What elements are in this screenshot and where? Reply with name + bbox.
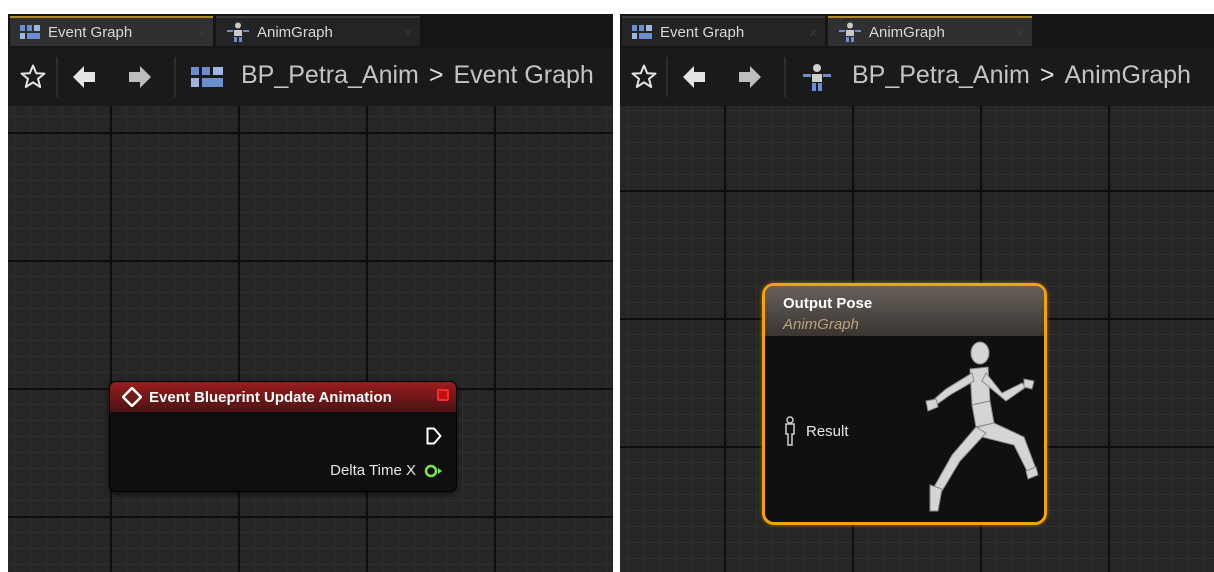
star-icon[interactable] bbox=[20, 64, 46, 89]
delegate-pin-icon[interactable] bbox=[437, 389, 449, 401]
node-title: Output Pose bbox=[783, 295, 873, 312]
breadcrumb-graph: AnimGraph bbox=[1064, 61, 1191, 89]
breadcrumb-graph: Event Graph bbox=[453, 61, 594, 89]
result-pin-row: Result bbox=[783, 416, 849, 446]
breadcrumb-asset[interactable]: BP_Petra_Anim bbox=[852, 61, 1030, 90]
tab-label: Event Graph bbox=[660, 23, 745, 41]
breadcrumb-separator: > bbox=[1039, 61, 1055, 89]
breadcrumb-path: BP_Petra_Anim > AnimGraph bbox=[852, 61, 1191, 90]
tab-label: Event Graph bbox=[48, 23, 133, 41]
event-graph-icon bbox=[191, 67, 223, 87]
running-mannequin-icon bbox=[925, 341, 1039, 512]
tab-anim-graph[interactable]: AnimGraph × bbox=[828, 16, 1032, 46]
arrow-left-icon[interactable] bbox=[683, 66, 705, 88]
close-icon[interactable]: × bbox=[809, 25, 817, 40]
tab-bar: Event Graph × AnimGraph × bbox=[620, 14, 1214, 48]
arrow-right-icon[interactable] bbox=[129, 66, 151, 88]
exec-output-pin[interactable] bbox=[426, 427, 442, 445]
breadcrumb: BP_Petra_Anim > AnimGraph bbox=[620, 48, 1214, 106]
toolbar-divider bbox=[174, 57, 176, 97]
event-update-animation-node[interactable]: Event Blueprint Update Animation Delta T… bbox=[109, 381, 457, 492]
toolbar-divider bbox=[784, 57, 786, 97]
node-title: Event Blueprint Update Animation bbox=[149, 388, 392, 406]
tab-event-graph[interactable]: Event Graph × bbox=[10, 16, 213, 46]
tab-label: AnimGraph bbox=[257, 23, 333, 41]
graph-canvas[interactable]: Event Blueprint Update Animation Delta T… bbox=[8, 106, 613, 572]
breadcrumb-asset[interactable]: BP_Petra_Anim bbox=[241, 61, 419, 90]
output-pose-node[interactable]: Output Pose AnimGraph Result bbox=[762, 283, 1047, 525]
breadcrumb-separator: > bbox=[428, 61, 444, 89]
event-diamond-icon bbox=[122, 387, 142, 407]
star-icon[interactable] bbox=[631, 64, 657, 89]
left-blueprint-editor: Event Graph × AnimGraph × BP_Petra_Anim … bbox=[8, 14, 613, 572]
toolbar-divider bbox=[56, 57, 58, 97]
anim-graph-icon bbox=[227, 22, 249, 42]
breadcrumb-path: BP_Petra_Anim > Event Graph bbox=[241, 61, 594, 90]
pose-pin-icon[interactable] bbox=[783, 416, 797, 446]
pin-label: Result bbox=[806, 422, 849, 440]
node-subtitle: AnimGraph bbox=[783, 316, 859, 333]
close-icon[interactable]: × bbox=[1016, 25, 1024, 40]
delta-time-pin-row: Delta Time X bbox=[330, 462, 442, 479]
arrow-right-icon[interactable] bbox=[739, 66, 761, 88]
node-header: Event Blueprint Update Animation bbox=[110, 382, 456, 412]
right-blueprint-editor: Event Graph × AnimGraph × BP_Petra_Anim … bbox=[620, 14, 1214, 572]
anim-graph-icon bbox=[803, 64, 831, 91]
close-icon[interactable]: × bbox=[197, 25, 205, 40]
tab-anim-graph[interactable]: AnimGraph × bbox=[216, 16, 420, 46]
close-icon[interactable]: × bbox=[404, 25, 412, 40]
event-graph-icon bbox=[632, 25, 652, 39]
tab-label: AnimGraph bbox=[869, 23, 945, 41]
breadcrumb: BP_Petra_Anim > Event Graph bbox=[8, 48, 613, 106]
node-header: Output Pose AnimGraph bbox=[765, 286, 1044, 336]
anim-graph-icon bbox=[839, 22, 861, 42]
arrow-left-icon[interactable] bbox=[73, 66, 95, 88]
event-graph-icon bbox=[20, 25, 40, 39]
tab-event-graph[interactable]: Event Graph × bbox=[622, 16, 825, 46]
float-pin-icon[interactable] bbox=[424, 464, 442, 478]
toolbar-divider bbox=[666, 57, 668, 97]
graph-canvas[interactable]: Output Pose AnimGraph Result bbox=[620, 106, 1214, 572]
pin-label: Delta Time X bbox=[330, 462, 416, 479]
tab-bar: Event Graph × AnimGraph × bbox=[8, 14, 613, 48]
